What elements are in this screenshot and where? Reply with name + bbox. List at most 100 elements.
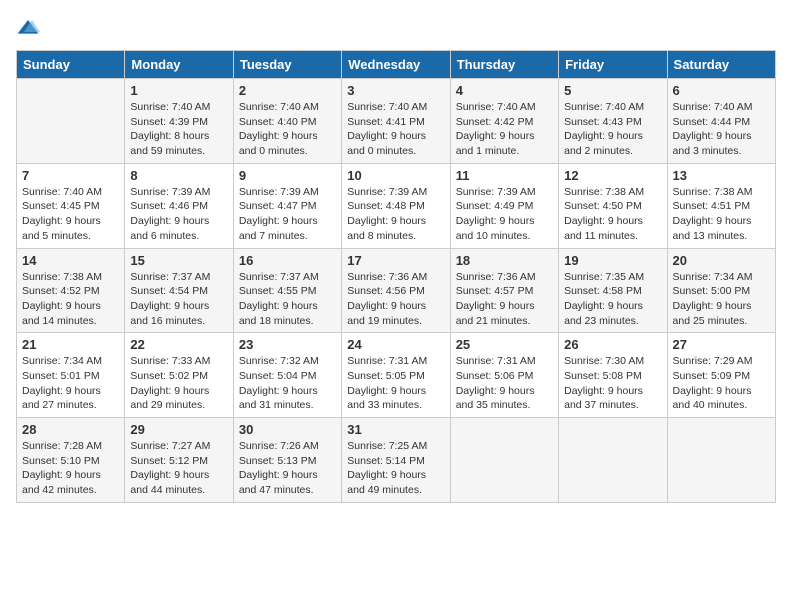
day-number: 17 <box>347 253 444 268</box>
day-number: 16 <box>239 253 336 268</box>
calendar-cell: 28Sunrise: 7:28 AM Sunset: 5:10 PM Dayli… <box>17 418 125 503</box>
day-info: Sunrise: 7:38 AM Sunset: 4:51 PM Dayligh… <box>673 185 770 244</box>
header-row: SundayMondayTuesdayWednesdayThursdayFrid… <box>17 51 776 79</box>
day-header-thursday: Thursday <box>450 51 558 79</box>
day-header-saturday: Saturday <box>667 51 775 79</box>
day-info: Sunrise: 7:38 AM Sunset: 4:52 PM Dayligh… <box>22 270 119 329</box>
day-info: Sunrise: 7:40 AM Sunset: 4:41 PM Dayligh… <box>347 100 444 159</box>
day-info: Sunrise: 7:38 AM Sunset: 4:50 PM Dayligh… <box>564 185 661 244</box>
day-number: 12 <box>564 168 661 183</box>
week-row-1: 7 Sunrise: 7:40 AM Sunset: 4:45 PM Daylig… <box>17 163 776 248</box>
day-info: Sunrise: 7:27 AM Sunset: 5:12 PM Dayligh… <box>130 439 227 498</box>
day-number: 4 <box>456 83 553 98</box>
calendar-cell: 24 Sunrise: 7:31 AM Sunset: 5:05 PM Dayli… <box>342 333 450 418</box>
day-number: 25 <box>456 337 553 352</box>
day-number: 15 <box>130 253 227 268</box>
day-info: Sunrise: 7:37 AM Sunset: 4:54 PM Dayligh… <box>130 270 227 329</box>
day-header-wednesday: Wednesday <box>342 51 450 79</box>
calendar-cell: 19 Sunrise: 7:35 AM Sunset: 4:58 PM Dayli… <box>559 248 667 333</box>
calendar-cell: 15 Sunrise: 7:37 AM Sunset: 4:54 PM Dayli… <box>125 248 233 333</box>
day-number: 11 <box>456 168 553 183</box>
day-number: 27 <box>673 337 770 352</box>
calendar-cell: 22 Sunrise: 7:33 AM Sunset: 5:02 PM Dayli… <box>125 333 233 418</box>
day-number: 10 <box>347 168 444 183</box>
calendar-cell: 25 Sunrise: 7:31 AM Sunset: 5:06 PM Dayli… <box>450 333 558 418</box>
day-info: Sunrise: 7:33 AM Sunset: 5:02 PM Dayligh… <box>130 354 227 413</box>
calendar-cell: 21 Sunrise: 7:34 AM Sunset: 5:01 PM Dayli… <box>17 333 125 418</box>
day-info: Sunrise: 7:40 AM Sunset: 4:42 PM Dayligh… <box>456 100 553 159</box>
calendar-cell <box>17 79 125 164</box>
day-info: Sunrise: 7:40 AM Sunset: 4:43 PM Dayligh… <box>564 100 661 159</box>
day-info: Sunrise: 7:40 AM Sunset: 4:39 PM Dayligh… <box>130 100 227 159</box>
day-info: Sunrise: 7:30 AM Sunset: 5:08 PM Dayligh… <box>564 354 661 413</box>
day-number: 30 <box>239 422 336 437</box>
day-number: 24 <box>347 337 444 352</box>
day-number: 5 <box>564 83 661 98</box>
calendar-cell: 4 Sunrise: 7:40 AM Sunset: 4:42 PM Daylig… <box>450 79 558 164</box>
week-row-4: 28Sunrise: 7:28 AM Sunset: 5:10 PM Dayli… <box>17 418 776 503</box>
calendar-cell: 20 Sunrise: 7:34 AM Sunset: 5:00 PM Dayli… <box>667 248 775 333</box>
day-info: Sunrise: 7:39 AM Sunset: 4:48 PM Dayligh… <box>347 185 444 244</box>
calendar-cell: 11 Sunrise: 7:39 AM Sunset: 4:49 PM Dayli… <box>450 163 558 248</box>
calendar-cell: 18 Sunrise: 7:36 AM Sunset: 4:57 PM Dayli… <box>450 248 558 333</box>
day-number: 14 <box>22 253 119 268</box>
day-info: Sunrise: 7:32 AM Sunset: 5:04 PM Dayligh… <box>239 354 336 413</box>
calendar-cell <box>450 418 558 503</box>
day-number: 28 <box>22 422 119 437</box>
calendar-cell: 17 Sunrise: 7:36 AM Sunset: 4:56 PM Dayli… <box>342 248 450 333</box>
day-number: 20 <box>673 253 770 268</box>
day-number: 18 <box>456 253 553 268</box>
day-number: 2 <box>239 83 336 98</box>
day-number: 21 <box>22 337 119 352</box>
day-info: Sunrise: 7:35 AM Sunset: 4:58 PM Dayligh… <box>564 270 661 329</box>
day-info: Sunrise: 7:39 AM Sunset: 4:49 PM Dayligh… <box>456 185 553 244</box>
day-number: 13 <box>673 168 770 183</box>
day-header-sunday: Sunday <box>17 51 125 79</box>
day-info: Sunrise: 7:40 AM Sunset: 4:45 PM Dayligh… <box>22 185 119 244</box>
calendar-cell: 16Sunrise: 7:37 AM Sunset: 4:55 PM Dayli… <box>233 248 341 333</box>
day-number: 1 <box>130 83 227 98</box>
calendar-cell: 9 Sunrise: 7:39 AM Sunset: 4:47 PM Daylig… <box>233 163 341 248</box>
day-info: Sunrise: 7:36 AM Sunset: 4:56 PM Dayligh… <box>347 270 444 329</box>
day-number: 22 <box>130 337 227 352</box>
calendar-cell: 2 Sunrise: 7:40 AM Sunset: 4:40 PM Daylig… <box>233 79 341 164</box>
calendar-table: SundayMondayTuesdayWednesdayThursdayFrid… <box>16 50 776 503</box>
calendar-cell: 29Sunrise: 7:27 AM Sunset: 5:12 PM Dayli… <box>125 418 233 503</box>
day-info: Sunrise: 7:36 AM Sunset: 4:57 PM Dayligh… <box>456 270 553 329</box>
day-info: Sunrise: 7:40 AM Sunset: 4:44 PM Dayligh… <box>673 100 770 159</box>
day-info: Sunrise: 7:34 AM Sunset: 5:01 PM Dayligh… <box>22 354 119 413</box>
week-row-0: 1 Sunrise: 7:40 AM Sunset: 4:39 PM Daylig… <box>17 79 776 164</box>
week-row-2: 14 Sunrise: 7:38 AM Sunset: 4:52 PM Dayli… <box>17 248 776 333</box>
day-number: 3 <box>347 83 444 98</box>
day-number: 6 <box>673 83 770 98</box>
day-info: Sunrise: 7:40 AM Sunset: 4:40 PM Dayligh… <box>239 100 336 159</box>
calendar-cell: 7 Sunrise: 7:40 AM Sunset: 4:45 PM Daylig… <box>17 163 125 248</box>
calendar-cell: 26 Sunrise: 7:30 AM Sunset: 5:08 PM Dayli… <box>559 333 667 418</box>
logo-icon <box>16 16 40 40</box>
day-info: Sunrise: 7:39 AM Sunset: 4:47 PM Dayligh… <box>239 185 336 244</box>
calendar-cell: 30 Sunrise: 7:26 AM Sunset: 5:13 PM Dayli… <box>233 418 341 503</box>
day-number: 7 <box>22 168 119 183</box>
day-number: 9 <box>239 168 336 183</box>
week-row-3: 21 Sunrise: 7:34 AM Sunset: 5:01 PM Dayli… <box>17 333 776 418</box>
day-info: Sunrise: 7:26 AM Sunset: 5:13 PM Dayligh… <box>239 439 336 498</box>
day-info: Sunrise: 7:31 AM Sunset: 5:06 PM Dayligh… <box>456 354 553 413</box>
calendar-cell: 23 Sunrise: 7:32 AM Sunset: 5:04 PM Dayli… <box>233 333 341 418</box>
day-number: 19 <box>564 253 661 268</box>
day-header-monday: Monday <box>125 51 233 79</box>
calendar-cell: 8Sunrise: 7:39 AM Sunset: 4:46 PM Daylig… <box>125 163 233 248</box>
day-header-tuesday: Tuesday <box>233 51 341 79</box>
calendar-cell: 13 Sunrise: 7:38 AM Sunset: 4:51 PM Dayli… <box>667 163 775 248</box>
calendar-cell: 10 Sunrise: 7:39 AM Sunset: 4:48 PM Dayli… <box>342 163 450 248</box>
calendar-cell: 6 Sunrise: 7:40 AM Sunset: 4:44 PM Daylig… <box>667 79 775 164</box>
day-header-friday: Friday <box>559 51 667 79</box>
day-info: Sunrise: 7:31 AM Sunset: 5:05 PM Dayligh… <box>347 354 444 413</box>
logo <box>16 16 42 40</box>
calendar-cell: 27Sunrise: 7:29 AM Sunset: 5:09 PM Dayli… <box>667 333 775 418</box>
day-number: 23 <box>239 337 336 352</box>
day-info: Sunrise: 7:34 AM Sunset: 5:00 PM Dayligh… <box>673 270 770 329</box>
day-info: Sunrise: 7:25 AM Sunset: 5:14 PM Dayligh… <box>347 439 444 498</box>
day-number: 8 <box>130 168 227 183</box>
day-number: 26 <box>564 337 661 352</box>
calendar-cell <box>559 418 667 503</box>
